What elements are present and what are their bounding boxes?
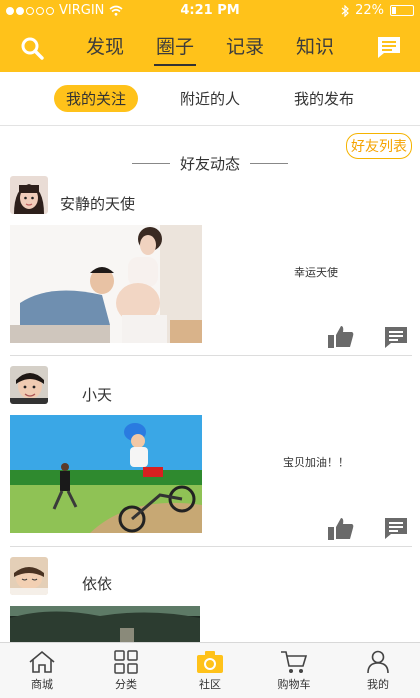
avatar[interactable]: [10, 366, 48, 404]
battery-percent: 22%: [355, 3, 384, 18]
post-photo[interactable]: [10, 225, 202, 343]
nav-item-category[interactable]: 分类: [84, 643, 168, 698]
divider-left: [131, 163, 170, 164]
post-caption: 宝贝加油！！: [283, 456, 349, 469]
tab-discover[interactable]: 发现: [84, 32, 126, 59]
battery-level: [392, 7, 396, 14]
like-icon[interactable]: [328, 326, 354, 348]
main-tabs: 发现 圈子 记录 知识: [0, 32, 420, 66]
grid-icon: [114, 650, 138, 674]
tab-knowledge[interactable]: 知识: [294, 32, 336, 59]
camera-icon: [197, 651, 223, 673]
avatar[interactable]: [10, 176, 48, 214]
subtab-my-posts[interactable]: 我的发布: [282, 85, 366, 112]
nav-item-cart[interactable]: 购物车: [252, 643, 336, 698]
cart-icon: [281, 651, 308, 673]
home-icon: [29, 650, 55, 673]
message-icon[interactable]: [376, 34, 402, 60]
top-header: VIRGIN 4:21 PM 22% 发现 圈子 记录 知识: [0, 0, 420, 72]
nav-label: 购物车: [277, 678, 311, 691]
divider-right: [250, 163, 288, 164]
nav-item-mall[interactable]: 商城: [0, 643, 84, 698]
post-divider: [10, 355, 412, 356]
tab-record[interactable]: 记录: [224, 32, 266, 59]
sub-tabs: 我的关注 附近的人 我的发布: [0, 72, 420, 126]
post-photo[interactable]: [10, 606, 200, 642]
comment-icon[interactable]: [384, 326, 408, 349]
section-title: 好友动态: [0, 153, 420, 174]
username[interactable]: 小天: [82, 384, 112, 405]
feed-post: 依依: [0, 557, 420, 642]
status-right: 22%: [341, 3, 414, 18]
post-caption: 幸运天使: [294, 266, 338, 279]
feed-post: 小天 宝贝加油！！: [0, 366, 420, 547]
post-photo[interactable]: [10, 415, 202, 533]
nav-label: 我的: [367, 678, 389, 691]
bluetooth-icon: [341, 4, 349, 17]
comment-icon[interactable]: [384, 517, 408, 540]
like-icon[interactable]: [328, 518, 354, 540]
battery-icon: [390, 5, 414, 16]
post-divider: [10, 546, 412, 547]
nav-label: 社区: [199, 678, 221, 691]
status-bar: VIRGIN 4:21 PM 22%: [0, 0, 420, 22]
feed-post: 安静的天使 幸运天使: [0, 176, 420, 356]
bottom-nav: 商城 分类 社区 购物车 我的: [0, 642, 420, 698]
nav-label: 分类: [115, 678, 137, 691]
username[interactable]: 安静的天使: [60, 193, 135, 214]
subtab-nearby[interactable]: 附近的人: [168, 85, 252, 112]
tab-circle[interactable]: 圈子: [153, 32, 197, 66]
avatar[interactable]: [10, 557, 48, 595]
nav-bar: 发现 圈子 记录 知识: [0, 22, 420, 72]
section-title-text: 好友动态: [179, 155, 240, 173]
username[interactable]: 依依: [82, 573, 112, 594]
nav-item-community[interactable]: 社区: [168, 643, 252, 698]
nav-label: 商城: [31, 678, 53, 691]
nav-item-me[interactable]: 我的: [336, 643, 420, 698]
subtab-following[interactable]: 我的关注: [53, 85, 138, 112]
person-icon: [367, 650, 389, 674]
